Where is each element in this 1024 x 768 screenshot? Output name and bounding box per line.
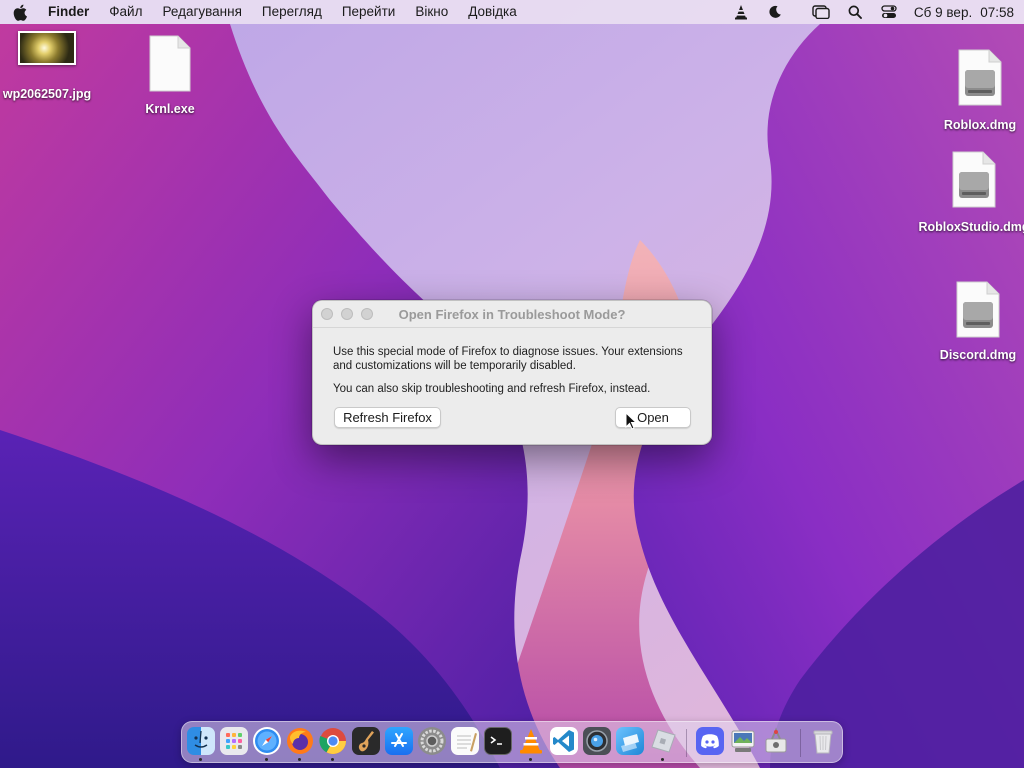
menu-bar: Finder Файл Редагування Перегляд Перейти… [0, 0, 1024, 24]
desktop-file-label: Discord.dmg [939, 348, 1017, 362]
dialog-message: Use this special mode of Firefox to diag… [333, 345, 695, 396]
refresh-firefox-button[interactable]: Refresh Firefox [334, 407, 441, 428]
desktop-file-label: wp2062507.jpg [2, 87, 92, 101]
dock-running-indicator [331, 758, 334, 761]
dock-separator [686, 729, 687, 757]
menu-time: 07:58 [980, 4, 1014, 20]
dock-camera-icon[interactable] [583, 727, 611, 755]
moon-icon[interactable] [758, 0, 792, 24]
dock-safari-icon[interactable] [253, 727, 281, 755]
dock [181, 721, 843, 763]
dock-roblox-studio-icon[interactable] [649, 727, 677, 755]
vlc-cone-icon[interactable] [724, 0, 758, 24]
dock-disk-utility-icon[interactable] [762, 727, 790, 755]
search-icon[interactable] [838, 0, 872, 24]
desktop-file-wp2062507[interactable]: wp2062507.jpg [0, 31, 102, 101]
dock-textedit-icon[interactable] [451, 727, 479, 755]
desktop-file-discord-dmg[interactable]: Discord.dmg [930, 280, 1024, 362]
dock-trash-icon[interactable] [809, 727, 837, 755]
dock-system-preferences-icon[interactable] [418, 727, 446, 755]
desktop-file-krnl[interactable]: Krnl.exe [130, 34, 210, 116]
dock-garageband-icon[interactable] [352, 727, 380, 755]
desktop-file-label: RobloxStudio.dmg [918, 220, 1024, 234]
dock-running-indicator [529, 758, 532, 761]
menu-help[interactable]: Довідка [458, 0, 527, 24]
dock-preview-icon[interactable] [729, 727, 757, 755]
menu-date: Сб 9 вер. [913, 4, 973, 20]
mouse-cursor-icon [625, 412, 637, 430]
dock-separator [800, 729, 801, 757]
control-center-icon[interactable] [872, 0, 906, 24]
desktop-file-label: Krnl.exe [145, 102, 195, 116]
menu-app-finder[interactable]: Finder [40, 0, 99, 24]
dock-running-indicator [199, 758, 202, 761]
dock-vlc-icon[interactable] [517, 727, 545, 755]
dock-running-indicator [661, 758, 664, 761]
dialog-message-primary: Use this special mode of Firefox to diag… [333, 346, 683, 372]
screen-mirroring-icon[interactable] [804, 0, 838, 24]
image-thumbnail-icon [18, 31, 76, 65]
dock-app-store-icon[interactable] [385, 727, 413, 755]
document-icon [149, 35, 191, 92]
dock-running-indicator [265, 758, 268, 761]
dock-discord-icon[interactable] [696, 727, 724, 755]
menu-window[interactable]: Вікно [405, 0, 458, 24]
disk-image-icon [956, 281, 1000, 338]
dock-vscode-icon[interactable] [550, 727, 578, 755]
desktop-file-label: Roblox.dmg [943, 118, 1017, 132]
disk-image-icon [958, 49, 1002, 106]
desktop-file-robloxstudio-dmg[interactable]: RobloxStudio.dmg [918, 150, 1024, 234]
dock-launchpad-icon[interactable] [220, 727, 248, 755]
dock-terminal-icon[interactable] [484, 727, 512, 755]
dock-running-indicator [298, 758, 301, 761]
apple-menu-icon[interactable] [0, 0, 40, 24]
menu-view[interactable]: Перегляд [252, 0, 332, 24]
dialog-title: Open Firefox in Troubleshoot Mode? [398, 307, 626, 322]
disk-image-icon [952, 151, 996, 208]
menu-clock[interactable]: Сб 9 вер. 07:58 [906, 5, 1014, 20]
dialog-titlebar: Open Firefox in Troubleshoot Mode? [313, 301, 711, 328]
menu-go[interactable]: Перейти [332, 0, 406, 24]
troubleshoot-mode-dialog: Open Firefox in Troubleshoot Mode? Use t… [312, 300, 712, 445]
dock-firefox-icon[interactable] [286, 727, 314, 755]
dock-chrome-icon[interactable] [319, 727, 347, 755]
dock-finder-icon[interactable] [187, 727, 215, 755]
menu-file[interactable]: Файл [99, 0, 152, 24]
desktop-file-roblox-dmg[interactable]: Roblox.dmg [930, 48, 1024, 132]
dialog-message-secondary: You can also skip troubleshooting and re… [333, 383, 651, 395]
menu-edit[interactable]: Редагування [152, 0, 251, 24]
dock-roblox-icon[interactable] [616, 727, 644, 755]
